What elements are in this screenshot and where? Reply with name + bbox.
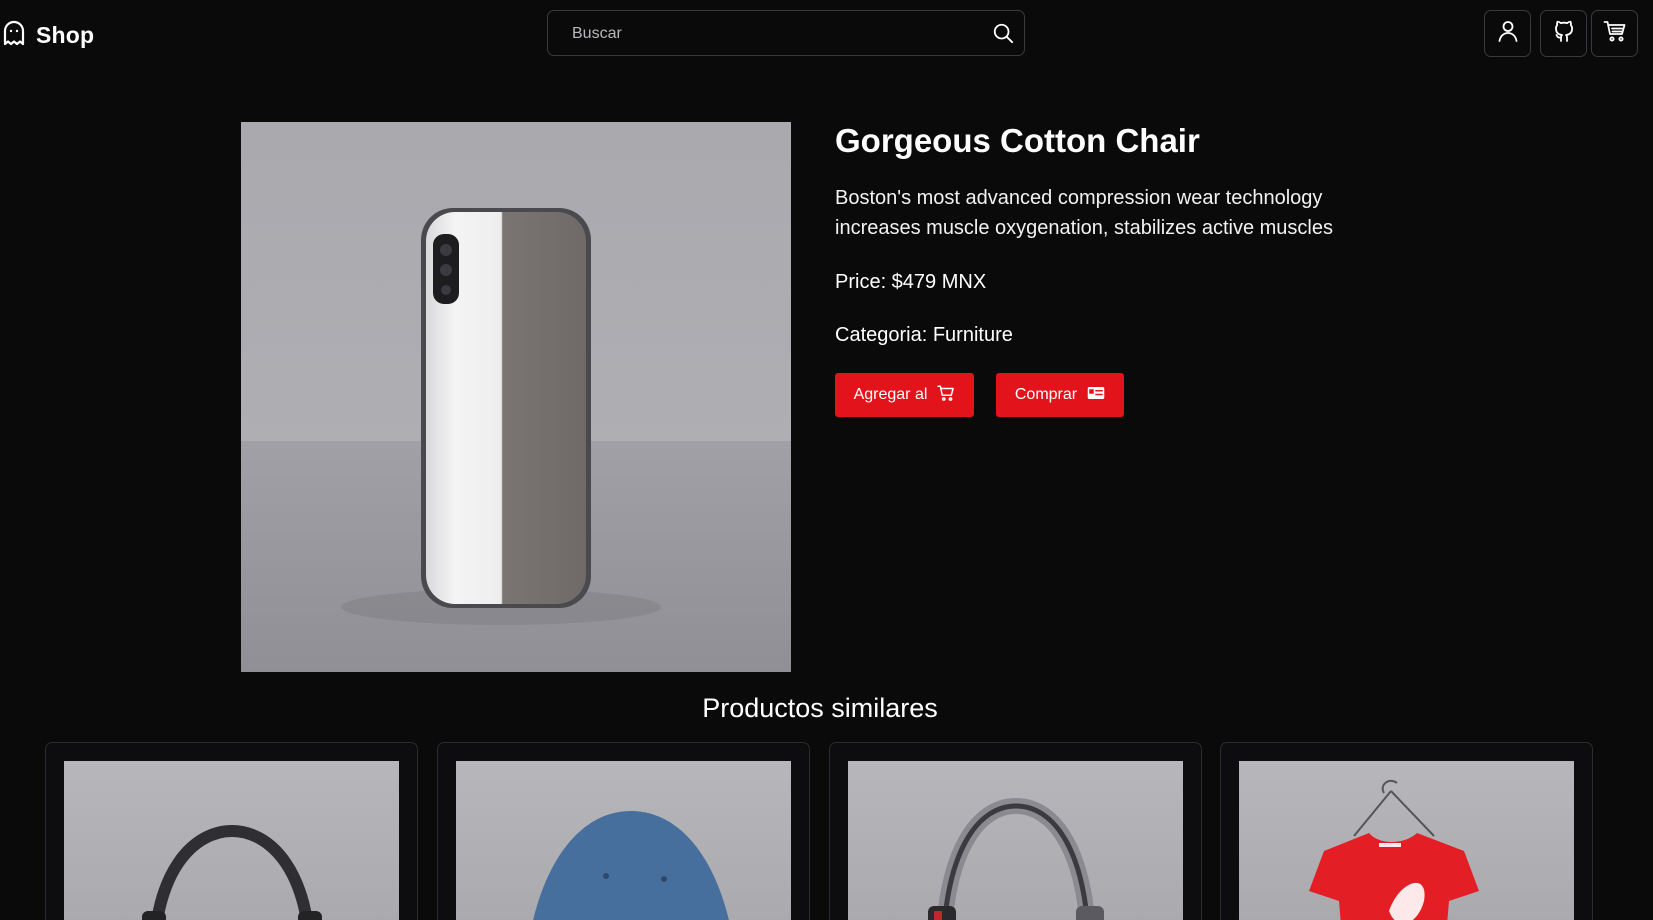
search-icon[interactable] [992,22,1014,44]
similar-product-card[interactable] [1220,742,1593,920]
buy-button[interactable]: Comprar [996,373,1124,417]
cart-icon [1603,19,1627,48]
account-button[interactable] [1484,10,1531,57]
logo[interactable]: Shop [2,20,94,50]
add-to-cart-label: Agregar al [853,386,928,403]
product-category: Categoria: Furniture [835,324,1013,346]
product-price: Price: $479 MNX [835,271,987,293]
product-title: Gorgeous Cotton Chair [835,122,1200,159]
add-to-cart-button[interactable]: Agregar al [835,373,974,417]
github-icon [1552,19,1576,48]
github-button[interactable] [1540,10,1587,57]
ghost-icon [2,20,26,51]
cart-button[interactable] [1591,10,1638,57]
search-bar [547,10,1025,56]
similar-product-card[interactable] [829,742,1202,920]
product-description: Boston's most advanced compression wear … [835,187,1333,239]
headphones-image [64,761,399,920]
cap-image [456,761,791,920]
product-image [241,122,791,672]
user-icon [1496,19,1520,48]
similar-product-card[interactable] [437,742,810,920]
phone-illustration [341,208,661,625]
cart-icon [937,384,955,407]
t-shirt-image [1239,761,1574,920]
similar-products-heading: Productos similares [702,693,938,723]
search-input[interactable] [570,11,974,56]
payment-card-icon [1087,384,1105,407]
buy-label: Comprar [1014,386,1078,403]
headphones-image [848,761,1183,920]
logo-text: Shop [36,21,95,48]
page: Shop Buscar Gorgeous Cotton Chair Boston… [0,0,1653,920]
similar-product-card[interactable] [45,742,418,920]
